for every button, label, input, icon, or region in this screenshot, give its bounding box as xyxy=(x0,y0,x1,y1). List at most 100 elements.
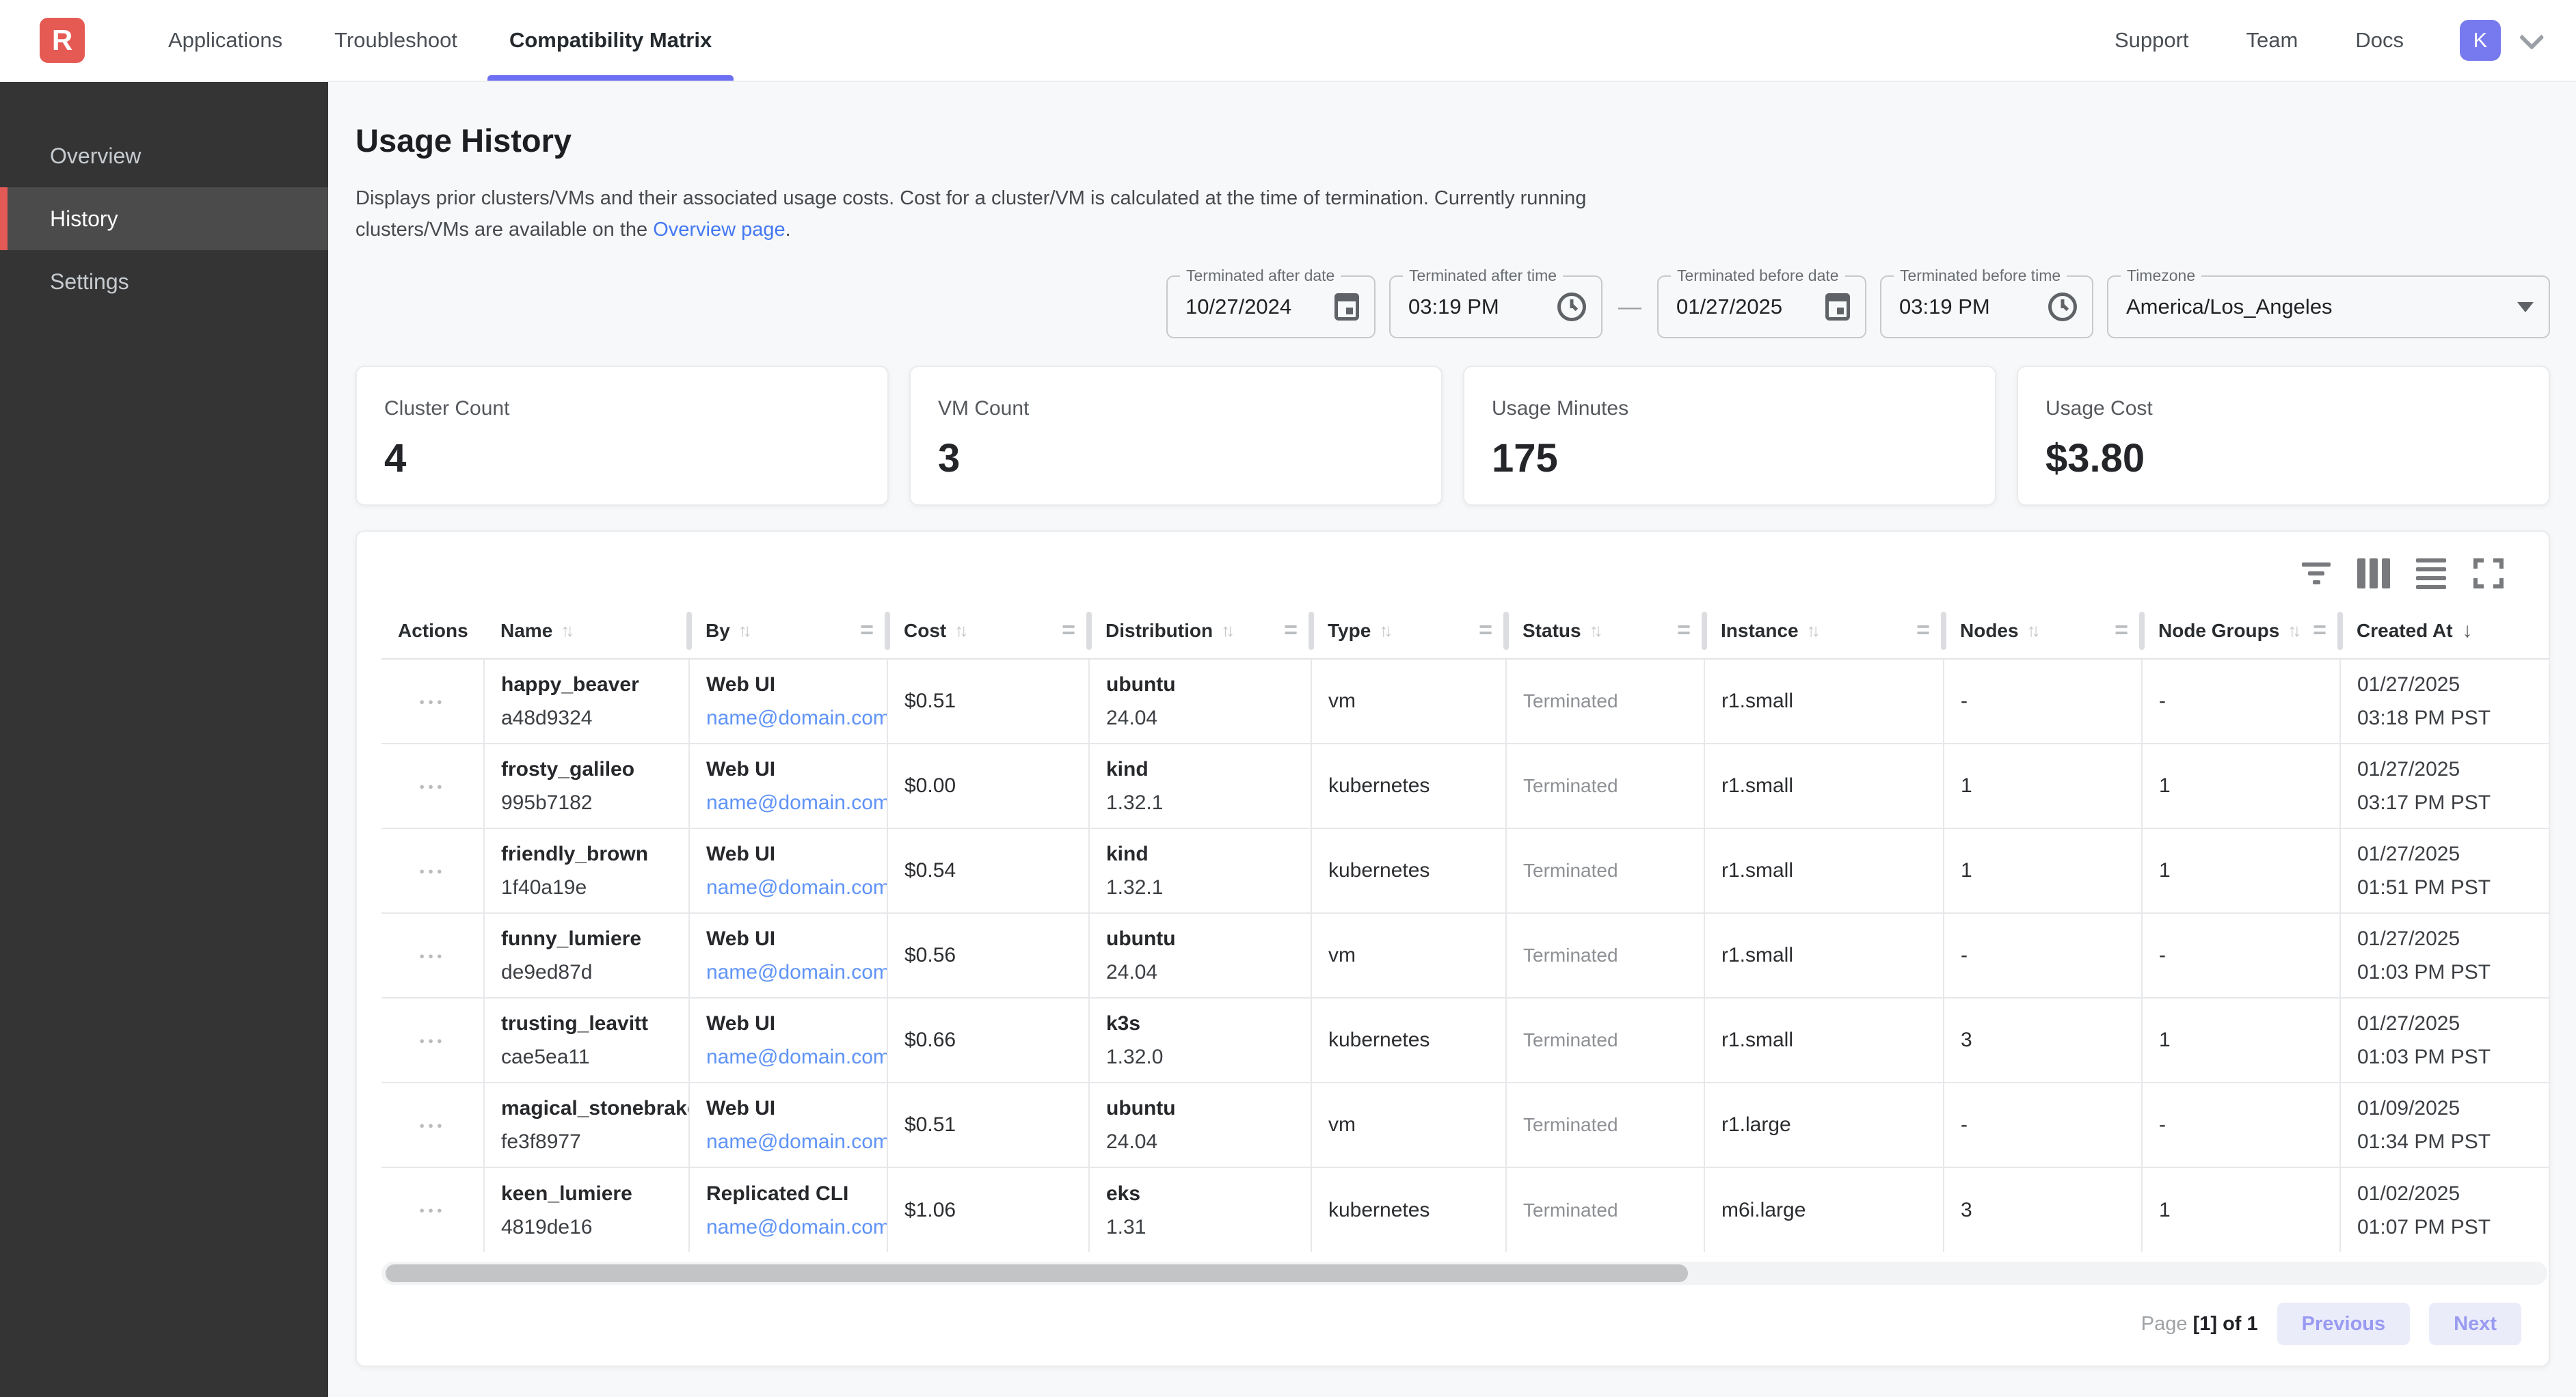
sort-icon[interactable]: ↑↓ xyxy=(2287,620,2297,641)
filter-icon[interactable] xyxy=(2300,557,2333,590)
sort-desc-icon[interactable]: ↓ xyxy=(2463,619,2473,642)
main-content: Usage History Displays prior clusters/VM… xyxy=(328,82,2576,1397)
email-link[interactable]: name@domain.com xyxy=(706,876,887,899)
previous-page-button[interactable]: Previous xyxy=(2277,1303,2411,1345)
email-link[interactable]: name@domain.com xyxy=(706,1046,887,1068)
terminated-before-date-field[interactable]: Terminated before date 01/27/2025 xyxy=(1657,275,1866,338)
column-menu-icon[interactable]: = xyxy=(1479,617,1492,644)
column-header-created-at[interactable]: Created At ↓ xyxy=(2340,603,2549,659)
clock-icon[interactable] xyxy=(2048,293,2077,321)
calendar-icon[interactable] xyxy=(1825,293,1850,321)
column-menu-icon[interactable]: = xyxy=(2313,617,2326,644)
column-resize-handle[interactable] xyxy=(1941,612,1946,650)
nodes-text: 1 xyxy=(1961,859,2133,882)
support-link[interactable]: Support xyxy=(2115,28,2189,53)
sidebar-item-settings[interactable]: Settings xyxy=(0,250,328,313)
column-menu-icon[interactable]: = xyxy=(1062,617,1075,644)
scrollbar-thumb[interactable] xyxy=(386,1264,1688,1282)
row-actions-button[interactable]: ●●● xyxy=(381,1035,483,1046)
fullscreen-icon[interactable] xyxy=(2472,557,2505,590)
column-header-cost[interactable]: Cost↑↓= xyxy=(887,603,1089,659)
tab-applications[interactable]: Applications xyxy=(142,0,308,81)
horizontal-scrollbar[interactable] xyxy=(381,1262,2547,1285)
vm-count-card: VM Count 3 xyxy=(909,366,1443,506)
column-resize-handle[interactable] xyxy=(885,612,890,650)
row-actions-button[interactable]: ●●● xyxy=(381,1120,483,1130)
terminated-after-time-field[interactable]: Terminated after time 03:19 PM xyxy=(1389,275,1602,338)
replicated-logo[interactable]: R xyxy=(40,18,85,63)
next-page-button[interactable]: Next xyxy=(2429,1303,2521,1345)
clock-icon[interactable] xyxy=(1557,293,1586,321)
column-resize-handle[interactable] xyxy=(2337,612,2343,650)
column-menu-icon[interactable]: = xyxy=(2115,617,2128,644)
dropdown-arrow-icon[interactable] xyxy=(2517,302,2534,312)
column-resize-handle[interactable] xyxy=(1503,612,1509,650)
calendar-icon[interactable] xyxy=(1334,293,1359,321)
terminated-after-date-label: Terminated after date xyxy=(1180,267,1341,285)
column-header-status[interactable]: Status↑↓= xyxy=(1506,603,1704,659)
email-link[interactable]: name@domain.com xyxy=(706,791,887,814)
terminated-after-date-value[interactable]: 10/27/2024 xyxy=(1185,295,1325,319)
terminated-after-time-value[interactable]: 03:19 PM xyxy=(1408,295,1548,319)
docs-link[interactable]: Docs xyxy=(2355,28,2404,53)
row-actions-button[interactable]: ●●● xyxy=(381,696,483,707)
timezone-value[interactable]: America/Los_Angeles xyxy=(2126,295,2508,319)
column-menu-icon[interactable]: = xyxy=(1284,617,1298,644)
column-header-instance[interactable]: Instance↑↓= xyxy=(1704,603,1944,659)
team-link[interactable]: Team xyxy=(2246,28,2298,53)
column-menu-icon[interactable]: = xyxy=(860,617,874,644)
column-label: Created At xyxy=(2357,620,2453,642)
row-actions-button[interactable]: ●●● xyxy=(381,951,483,961)
table-row: ●●●trusting_leavittcae5ea11Web UIname@do… xyxy=(381,998,2549,1083)
column-resize-handle[interactable] xyxy=(2139,612,2145,650)
chevron-down-icon[interactable] xyxy=(2519,25,2545,50)
column-resize-handle[interactable] xyxy=(686,612,692,650)
column-header-nodes[interactable]: Nodes↑↓= xyxy=(1944,603,2142,659)
column-resize-handle[interactable] xyxy=(1309,612,1314,650)
cell-name: keen_lumiere4819de16 xyxy=(484,1167,689,1252)
overview-page-link[interactable]: Overview page xyxy=(653,219,785,241)
cell-node_groups: 1 xyxy=(2142,744,2340,828)
row-actions-button[interactable]: ●●● xyxy=(381,781,483,791)
sort-icon[interactable]: ↑↓ xyxy=(1221,620,1231,641)
column-header-distribution[interactable]: Distribution↑↓= xyxy=(1089,603,1311,659)
terminated-after-date-field[interactable]: Terminated after date 10/27/2024 xyxy=(1166,275,1376,338)
sort-icon[interactable]: ↑↓ xyxy=(561,620,570,641)
sidebar-item-history[interactable]: History xyxy=(0,187,328,250)
column-header-name[interactable]: Name↑↓ xyxy=(484,603,689,659)
cell-distribution: ubuntu24.04 xyxy=(1089,1083,1311,1167)
column-resize-handle[interactable] xyxy=(1086,612,1092,650)
timezone-select[interactable]: Timezone America/Los_Angeles xyxy=(2107,275,2550,338)
email-link[interactable]: name@domain.com xyxy=(706,1130,887,1153)
row-actions-button[interactable]: ●●● xyxy=(381,866,483,876)
sort-icon[interactable]: ↑↓ xyxy=(738,620,748,641)
columns-icon[interactable] xyxy=(2357,557,2390,590)
terminated-before-date-value[interactable]: 01/27/2025 xyxy=(1676,295,1816,319)
tab-compatibility-matrix[interactable]: Compatibility Matrix xyxy=(483,0,738,81)
terminated-before-time-value[interactable]: 03:19 PM xyxy=(1899,295,2039,319)
email-link[interactable]: name@domain.com xyxy=(706,1216,887,1238)
column-menu-icon[interactable]: = xyxy=(1677,617,1691,644)
terminated-before-time-label: Terminated before time xyxy=(1894,267,2067,285)
density-icon[interactable] xyxy=(2415,557,2447,590)
sidebar-item-overview[interactable]: Overview xyxy=(0,124,328,187)
sort-icon[interactable]: ↑↓ xyxy=(954,620,964,641)
cost-text: $0.54 xyxy=(904,859,1080,882)
email-link[interactable]: name@domain.com xyxy=(706,707,887,729)
cell-created_at: 01/02/202501:07 PM PST xyxy=(2340,1167,2549,1252)
sort-icon[interactable]: ↑↓ xyxy=(1807,620,1816,641)
sort-icon[interactable]: ↑↓ xyxy=(1589,620,1599,641)
email-link[interactable]: name@domain.com xyxy=(706,961,887,984)
column-header-node-groups[interactable]: Node Groups↑↓= xyxy=(2142,603,2340,659)
sort-icon[interactable]: ↑↓ xyxy=(2027,620,2037,641)
terminated-before-time-field[interactable]: Terminated before time 03:19 PM xyxy=(1880,275,2093,338)
user-avatar[interactable]: K xyxy=(2460,20,2501,61)
row-actions-button[interactable]: ●●● xyxy=(381,1205,483,1215)
sort-icon[interactable]: ↑↓ xyxy=(1379,620,1388,641)
page-indicator-value: [1] of 1 xyxy=(2193,1313,2258,1335)
column-resize-handle[interactable] xyxy=(1702,612,1707,650)
column-header-type[interactable]: Type↑↓= xyxy=(1311,603,1506,659)
tab-troubleshoot[interactable]: Troubleshoot xyxy=(308,0,483,81)
column-header-by[interactable]: By↑↓= xyxy=(689,603,887,659)
column-menu-icon[interactable]: = xyxy=(1916,617,1930,644)
